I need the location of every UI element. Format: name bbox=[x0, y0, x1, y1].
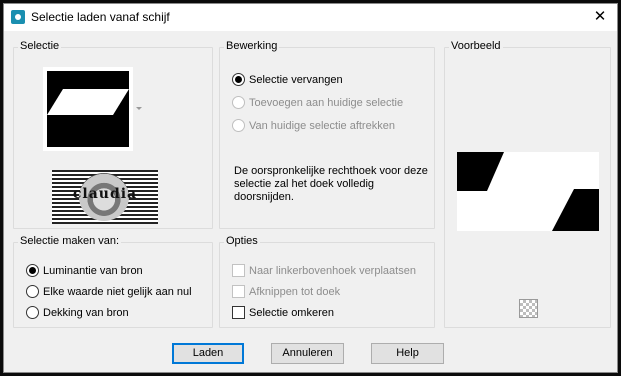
logo-text: claudia bbox=[72, 186, 138, 202]
selectie-maken-van-legend: Selectie maken van: bbox=[18, 235, 122, 247]
checkbox-icon[interactable] bbox=[232, 306, 245, 319]
radio-icon[interactable] bbox=[232, 73, 245, 86]
title-bar: Selectie laden vanaf schijf ✕ bbox=[4, 4, 617, 31]
preview-shape bbox=[457, 152, 599, 231]
logo-image: claudia bbox=[52, 170, 158, 224]
radio-label: Selectie vervangen bbox=[249, 74, 343, 86]
radio-aftrekken: Van huidige selectie aftrekken bbox=[232, 118, 395, 136]
camera-icon bbox=[11, 10, 25, 24]
bewerking-legend: Bewerking bbox=[224, 40, 280, 52]
radio-label: Elke waarde niet gelijk aan nul bbox=[43, 286, 192, 298]
checkbox-icon bbox=[232, 264, 245, 277]
preview-image bbox=[457, 152, 599, 231]
radio-selectie-vervangen[interactable]: Selectie vervangen bbox=[232, 72, 343, 90]
cancel-button[interactable]: Annuleren bbox=[271, 343, 344, 364]
selectie-legend: Selectie bbox=[18, 40, 62, 52]
selectie-maken-van-group: Selectie maken van: Luminantie van bron … bbox=[13, 235, 213, 328]
radio-icon bbox=[232, 119, 245, 132]
radio-label: Luminantie van bron bbox=[43, 265, 143, 277]
radio-toevoegen: Toevoegen aan huidige selectie bbox=[232, 95, 403, 113]
info-text: De oorspronkelijke rechthoek voor deze s… bbox=[234, 165, 428, 203]
dialog-window: Selectie laden vanaf schijf ✕ Selectie c… bbox=[3, 3, 618, 373]
radio-icon[interactable] bbox=[26, 264, 39, 277]
radio-elke-waarde[interactable]: Elke waarde niet gelijk aan nul bbox=[26, 284, 192, 302]
radio-dekking[interactable]: Dekking van bron bbox=[26, 305, 129, 323]
radio-icon bbox=[232, 96, 245, 109]
radio-label: Toevoegen aan huidige selectie bbox=[249, 97, 404, 109]
chevron-down-icon[interactable] bbox=[136, 107, 142, 110]
voorbeeld-legend: Voorbeeld bbox=[449, 40, 503, 52]
checkbox-icon bbox=[232, 285, 245, 298]
checkbox-label: Selectie omkeren bbox=[249, 307, 334, 319]
bewerking-group: Bewerking Selectie vervangen Toevoegen a… bbox=[219, 40, 435, 229]
radio-icon[interactable] bbox=[26, 285, 39, 298]
opties-group: Opties Naar linkerbovenhoek verplaatsen … bbox=[219, 235, 435, 328]
checkbox-label: Naar linkerbovenhoek verplaatsen bbox=[249, 265, 416, 277]
help-button[interactable]: Help bbox=[371, 343, 444, 364]
opties-legend: Opties bbox=[224, 235, 260, 247]
check-selectie-omkeren[interactable]: Selectie omkeren bbox=[232, 305, 334, 323]
selection-thumbnail[interactable] bbox=[43, 67, 133, 151]
close-button[interactable]: ✕ bbox=[589, 7, 611, 27]
window-title: Selectie laden vanaf schijf bbox=[31, 10, 170, 24]
selection-shape bbox=[43, 67, 133, 151]
check-afknippen: Afknippen tot doek bbox=[232, 284, 340, 302]
radio-icon[interactable] bbox=[26, 306, 39, 319]
radio-luminantie[interactable]: Luminantie van bron bbox=[26, 263, 143, 281]
check-linkerbovenhoek: Naar linkerbovenhoek verplaatsen bbox=[232, 263, 416, 281]
load-button[interactable]: Laden bbox=[172, 343, 244, 364]
checkbox-label: Afknippen tot doek bbox=[249, 286, 341, 298]
radio-label: Van huidige selectie aftrekken bbox=[249, 120, 395, 132]
radio-label: Dekking van bron bbox=[43, 307, 129, 319]
checkerboard-reset-icon[interactable] bbox=[519, 299, 538, 318]
